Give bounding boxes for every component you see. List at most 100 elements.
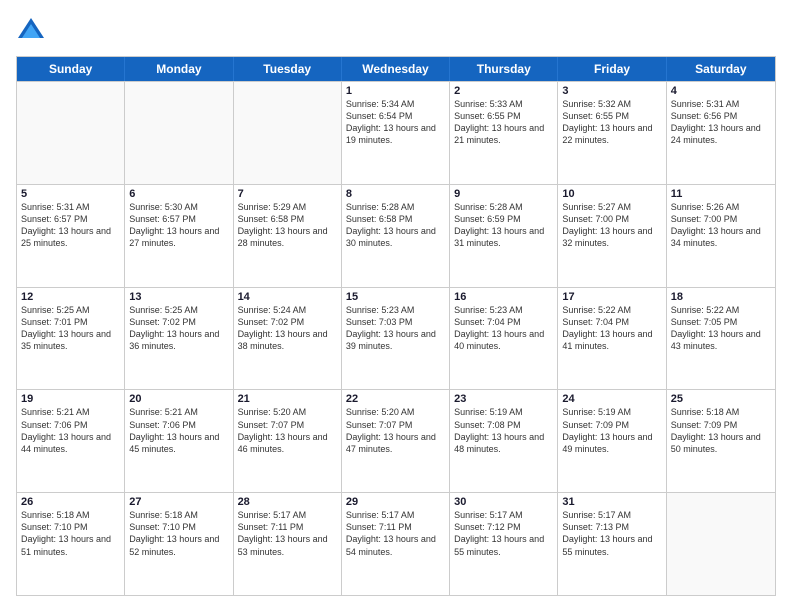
cell-sun-info: Sunrise: 5:32 AM Sunset: 6:55 PM Dayligh… — [562, 98, 661, 147]
calendar-cell — [125, 82, 233, 184]
calendar-cell: 8Sunrise: 5:28 AM Sunset: 6:58 PM Daylig… — [342, 185, 450, 287]
page-header — [16, 16, 776, 46]
calendar-row: 12Sunrise: 5:25 AM Sunset: 7:01 PM Dayli… — [17, 287, 775, 390]
calendar-row: 1Sunrise: 5:34 AM Sunset: 6:54 PM Daylig… — [17, 81, 775, 184]
calendar: SundayMondayTuesdayWednesdayThursdayFrid… — [16, 56, 776, 596]
cell-sun-info: Sunrise: 5:21 AM Sunset: 7:06 PM Dayligh… — [129, 406, 228, 455]
calendar-cell: 25Sunrise: 5:18 AM Sunset: 7:09 PM Dayli… — [667, 390, 775, 492]
calendar-cell: 24Sunrise: 5:19 AM Sunset: 7:09 PM Dayli… — [558, 390, 666, 492]
calendar-cell: 9Sunrise: 5:28 AM Sunset: 6:59 PM Daylig… — [450, 185, 558, 287]
calendar-cell: 1Sunrise: 5:34 AM Sunset: 6:54 PM Daylig… — [342, 82, 450, 184]
day-number: 17 — [562, 291, 661, 303]
cell-sun-info: Sunrise: 5:29 AM Sunset: 6:58 PM Dayligh… — [238, 201, 337, 250]
calendar-cell: 17Sunrise: 5:22 AM Sunset: 7:04 PM Dayli… — [558, 288, 666, 390]
calendar-cell: 4Sunrise: 5:31 AM Sunset: 6:56 PM Daylig… — [667, 82, 775, 184]
calendar-cell: 29Sunrise: 5:17 AM Sunset: 7:11 PM Dayli… — [342, 493, 450, 595]
calendar-cell: 5Sunrise: 5:31 AM Sunset: 6:57 PM Daylig… — [17, 185, 125, 287]
day-number: 23 — [454, 393, 553, 405]
calendar-cell: 19Sunrise: 5:21 AM Sunset: 7:06 PM Dayli… — [17, 390, 125, 492]
calendar-cell: 28Sunrise: 5:17 AM Sunset: 7:11 PM Dayli… — [234, 493, 342, 595]
calendar-cell: 14Sunrise: 5:24 AM Sunset: 7:02 PM Dayli… — [234, 288, 342, 390]
cell-sun-info: Sunrise: 5:20 AM Sunset: 7:07 PM Dayligh… — [346, 406, 445, 455]
day-number: 18 — [671, 291, 771, 303]
day-number: 10 — [562, 188, 661, 200]
calendar-cell: 11Sunrise: 5:26 AM Sunset: 7:00 PM Dayli… — [667, 185, 775, 287]
calendar-row: 26Sunrise: 5:18 AM Sunset: 7:10 PM Dayli… — [17, 492, 775, 595]
calendar-page: SundayMondayTuesdayWednesdayThursdayFrid… — [0, 0, 792, 612]
day-number: 20 — [129, 393, 228, 405]
cell-sun-info: Sunrise: 5:27 AM Sunset: 7:00 PM Dayligh… — [562, 201, 661, 250]
day-number: 16 — [454, 291, 553, 303]
weekday-header: Wednesday — [342, 57, 450, 81]
cell-sun-info: Sunrise: 5:25 AM Sunset: 7:02 PM Dayligh… — [129, 304, 228, 353]
day-number: 19 — [21, 393, 120, 405]
calendar-cell: 21Sunrise: 5:20 AM Sunset: 7:07 PM Dayli… — [234, 390, 342, 492]
cell-sun-info: Sunrise: 5:26 AM Sunset: 7:00 PM Dayligh… — [671, 201, 771, 250]
day-number: 2 — [454, 85, 553, 97]
cell-sun-info: Sunrise: 5:17 AM Sunset: 7:11 PM Dayligh… — [238, 509, 337, 558]
cell-sun-info: Sunrise: 5:17 AM Sunset: 7:13 PM Dayligh… — [562, 509, 661, 558]
cell-sun-info: Sunrise: 5:28 AM Sunset: 6:59 PM Dayligh… — [454, 201, 553, 250]
day-number: 21 — [238, 393, 337, 405]
day-number: 12 — [21, 291, 120, 303]
cell-sun-info: Sunrise: 5:17 AM Sunset: 7:12 PM Dayligh… — [454, 509, 553, 558]
day-number: 29 — [346, 496, 445, 508]
day-number: 22 — [346, 393, 445, 405]
calendar-header: SundayMondayTuesdayWednesdayThursdayFrid… — [17, 57, 775, 81]
calendar-cell: 16Sunrise: 5:23 AM Sunset: 7:04 PM Dayli… — [450, 288, 558, 390]
calendar-cell: 12Sunrise: 5:25 AM Sunset: 7:01 PM Dayli… — [17, 288, 125, 390]
calendar-cell: 3Sunrise: 5:32 AM Sunset: 6:55 PM Daylig… — [558, 82, 666, 184]
day-number: 6 — [129, 188, 228, 200]
cell-sun-info: Sunrise: 5:18 AM Sunset: 7:09 PM Dayligh… — [671, 406, 771, 455]
cell-sun-info: Sunrise: 5:20 AM Sunset: 7:07 PM Dayligh… — [238, 406, 337, 455]
calendar-cell: 2Sunrise: 5:33 AM Sunset: 6:55 PM Daylig… — [450, 82, 558, 184]
calendar-row: 5Sunrise: 5:31 AM Sunset: 6:57 PM Daylig… — [17, 184, 775, 287]
cell-sun-info: Sunrise: 5:33 AM Sunset: 6:55 PM Dayligh… — [454, 98, 553, 147]
calendar-cell — [667, 493, 775, 595]
day-number: 7 — [238, 188, 337, 200]
day-number: 28 — [238, 496, 337, 508]
day-number: 13 — [129, 291, 228, 303]
calendar-cell: 27Sunrise: 5:18 AM Sunset: 7:10 PM Dayli… — [125, 493, 233, 595]
cell-sun-info: Sunrise: 5:23 AM Sunset: 7:04 PM Dayligh… — [454, 304, 553, 353]
cell-sun-info: Sunrise: 5:21 AM Sunset: 7:06 PM Dayligh… — [21, 406, 120, 455]
calendar-cell: 30Sunrise: 5:17 AM Sunset: 7:12 PM Dayli… — [450, 493, 558, 595]
weekday-header: Tuesday — [234, 57, 342, 81]
cell-sun-info: Sunrise: 5:22 AM Sunset: 7:05 PM Dayligh… — [671, 304, 771, 353]
day-number: 31 — [562, 496, 661, 508]
logo-icon — [16, 16, 46, 46]
cell-sun-info: Sunrise: 5:19 AM Sunset: 7:09 PM Dayligh… — [562, 406, 661, 455]
day-number: 3 — [562, 85, 661, 97]
calendar-cell: 7Sunrise: 5:29 AM Sunset: 6:58 PM Daylig… — [234, 185, 342, 287]
cell-sun-info: Sunrise: 5:19 AM Sunset: 7:08 PM Dayligh… — [454, 406, 553, 455]
day-number: 25 — [671, 393, 771, 405]
cell-sun-info: Sunrise: 5:17 AM Sunset: 7:11 PM Dayligh… — [346, 509, 445, 558]
weekday-header: Sunday — [17, 57, 125, 81]
calendar-cell: 6Sunrise: 5:30 AM Sunset: 6:57 PM Daylig… — [125, 185, 233, 287]
cell-sun-info: Sunrise: 5:34 AM Sunset: 6:54 PM Dayligh… — [346, 98, 445, 147]
day-number: 15 — [346, 291, 445, 303]
calendar-cell: 20Sunrise: 5:21 AM Sunset: 7:06 PM Dayli… — [125, 390, 233, 492]
day-number: 9 — [454, 188, 553, 200]
day-number: 24 — [562, 393, 661, 405]
calendar-cell: 31Sunrise: 5:17 AM Sunset: 7:13 PM Dayli… — [558, 493, 666, 595]
calendar-cell: 23Sunrise: 5:19 AM Sunset: 7:08 PM Dayli… — [450, 390, 558, 492]
day-number: 27 — [129, 496, 228, 508]
calendar-cell: 10Sunrise: 5:27 AM Sunset: 7:00 PM Dayli… — [558, 185, 666, 287]
day-number: 26 — [21, 496, 120, 508]
cell-sun-info: Sunrise: 5:28 AM Sunset: 6:58 PM Dayligh… — [346, 201, 445, 250]
cell-sun-info: Sunrise: 5:25 AM Sunset: 7:01 PM Dayligh… — [21, 304, 120, 353]
calendar-cell — [234, 82, 342, 184]
cell-sun-info: Sunrise: 5:24 AM Sunset: 7:02 PM Dayligh… — [238, 304, 337, 353]
day-number: 1 — [346, 85, 445, 97]
logo — [16, 16, 50, 46]
weekday-header: Thursday — [450, 57, 558, 81]
day-number: 14 — [238, 291, 337, 303]
calendar-body: 1Sunrise: 5:34 AM Sunset: 6:54 PM Daylig… — [17, 81, 775, 595]
cell-sun-info: Sunrise: 5:23 AM Sunset: 7:03 PM Dayligh… — [346, 304, 445, 353]
day-number: 8 — [346, 188, 445, 200]
day-number: 5 — [21, 188, 120, 200]
day-number: 11 — [671, 188, 771, 200]
weekday-header: Monday — [125, 57, 233, 81]
day-number: 4 — [671, 85, 771, 97]
